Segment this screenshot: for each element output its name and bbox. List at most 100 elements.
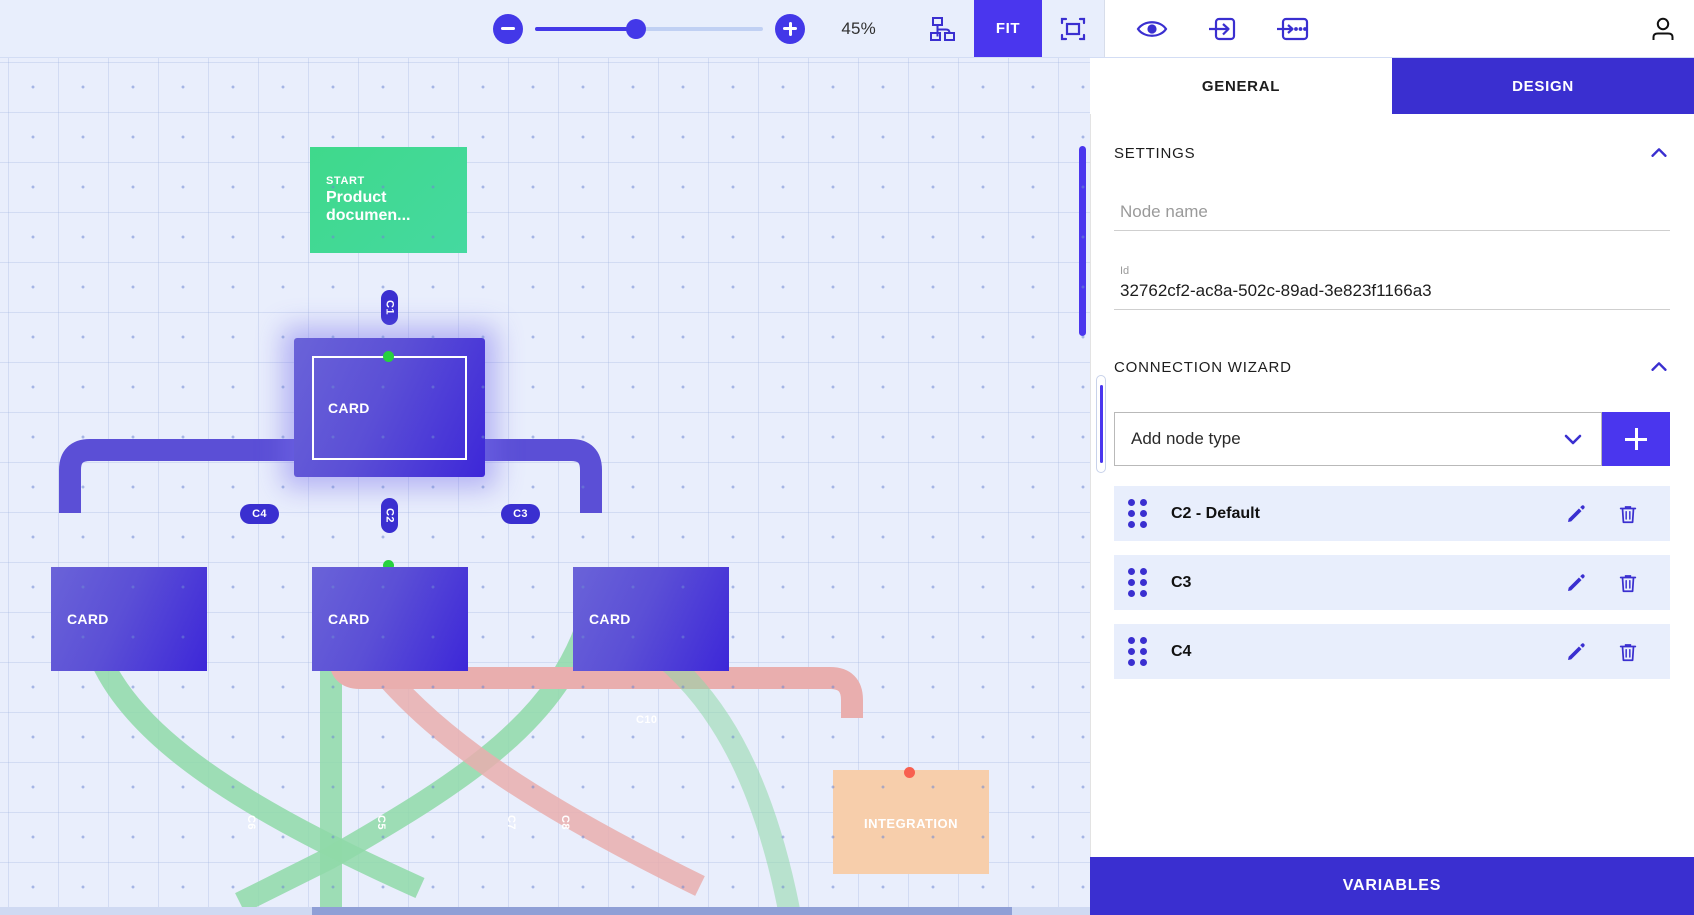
edge-label-C1[interactable]: C1 — [381, 290, 398, 325]
node-start-kicker: START — [326, 175, 365, 187]
id-field-value[interactable]: 32762cf2-ac8a-502c-89ad-3e823f1166a3 — [1114, 277, 1670, 310]
arrow-into-box-icon — [1209, 17, 1236, 40]
preview-button[interactable] — [1117, 16, 1187, 42]
settings-section-header[interactable]: SETTINGS — [1114, 114, 1670, 164]
zoom-slider-fill — [535, 26, 636, 31]
connection-wizard-section-header[interactable]: CONNECTION WIZARD — [1114, 310, 1670, 378]
drag-handle-icon[interactable] — [1128, 499, 1147, 528]
panel-splitter-handle[interactable] — [1096, 375, 1106, 473]
fullscreen-button[interactable] — [1042, 0, 1104, 57]
zoom-slider[interactable] — [535, 18, 764, 39]
properties-panel: GENERAL DESIGN SETTINGS Id 32762cf2-ac8a… — [1090, 58, 1694, 915]
edge-label-C4[interactable]: C4 — [240, 504, 279, 524]
zoom-slider-thumb[interactable] — [625, 18, 646, 39]
user-avatar-icon — [1652, 17, 1674, 40]
add-node-type-row: Add node type — [1114, 412, 1670, 466]
hierarchy-layout-icon — [930, 16, 955, 41]
zoom-out-button[interactable] — [493, 13, 524, 44]
node-card-mid-label: CARD — [328, 611, 370, 627]
canvas-vertical-scrollbar[interactable] — [1079, 146, 1086, 336]
variables-button[interactable]: VARIABLES — [1090, 857, 1694, 915]
node-name-field-wrap — [1114, 198, 1670, 231]
enter-flow-options-button[interactable] — [1257, 16, 1327, 42]
delete-connection-button[interactable] — [1602, 503, 1654, 525]
edge-label-C6[interactable]: C6 — [245, 815, 257, 830]
edge-label-C8[interactable]: C8 — [559, 815, 571, 830]
enter-flow-button[interactable] — [1187, 16, 1257, 42]
delete-connection-button[interactable] — [1602, 572, 1654, 594]
connection-name: C4 — [1171, 642, 1192, 660]
pencil-icon — [1568, 504, 1585, 522]
edit-connection-button[interactable] — [1550, 503, 1602, 525]
node-card-selected-label: CARD — [328, 400, 370, 416]
account-button[interactable] — [1632, 15, 1694, 43]
app-root: 45% FIT START Product documen... C1 CARD… — [0, 0, 1694, 915]
node-integration-label: INTEGRATION — [863, 816, 959, 831]
tab-general[interactable]: GENERAL — [1090, 58, 1392, 114]
port-top-integration[interactable] — [904, 767, 915, 778]
connection-row-c4[interactable]: C4 — [1114, 624, 1670, 679]
top-toolbar: 45% FIT — [0, 0, 1694, 58]
eye-icon — [1136, 20, 1168, 37]
edge-label-C7[interactable]: C7 — [505, 815, 517, 830]
pencil-icon — [1568, 642, 1585, 660]
connection-name: C2 - Default — [1171, 504, 1260, 522]
tab-design[interactable]: DESIGN — [1392, 58, 1694, 114]
add-node-type-value: Add node type — [1131, 429, 1241, 448]
pencil-icon — [1568, 573, 1585, 591]
plus-circle-icon-vertical — [788, 21, 792, 36]
canvas-horizontal-scroll-thumb[interactable] — [312, 907, 1012, 915]
edit-connection-button[interactable] — [1550, 572, 1602, 594]
settings-heading: SETTINGS — [1114, 144, 1196, 162]
flow-canvas[interactable]: START Product documen... C1 CARD C4 C2 C… — [0, 58, 1090, 915]
edge-label-C10[interactable]: C10 — [636, 714, 657, 726]
trash-icon — [1619, 643, 1637, 661]
connection-wizard-heading: CONNECTION WIZARD — [1114, 358, 1292, 376]
connection-name: C3 — [1171, 573, 1192, 591]
panel-content: SETTINGS Id 32762cf2-ac8a-502c-89ad-3e82… — [1090, 114, 1694, 915]
chevron-down-icon — [1564, 434, 1582, 445]
toolbar-left-group: 45% FIT — [0, 0, 1104, 57]
node-card-left[interactable]: CARD — [51, 567, 207, 671]
node-card-left-label: CARD — [67, 611, 109, 627]
edge-label-C2[interactable]: C2 — [381, 498, 398, 533]
panel-tab-bar: GENERAL DESIGN — [1090, 58, 1694, 114]
minus-circle-icon — [501, 27, 516, 30]
node-name-input[interactable] — [1114, 198, 1670, 231]
drag-handle-icon[interactable] — [1128, 637, 1147, 666]
node-card-right[interactable]: CARD — [573, 567, 729, 671]
edge-label-C5[interactable]: C5 — [375, 815, 387, 830]
edit-connection-button[interactable] — [1550, 641, 1602, 663]
zoom-in-button[interactable] — [775, 13, 806, 44]
port-top-selected[interactable] — [383, 351, 394, 362]
drag-handle-icon[interactable] — [1128, 568, 1147, 597]
add-node-type-button[interactable] — [1602, 412, 1670, 466]
zoom-control-group — [493, 13, 806, 44]
connection-row-c2[interactable]: C2 - Default — [1114, 486, 1670, 541]
arrow-into-box-dots-icon — [1277, 17, 1309, 40]
node-card-mid[interactable]: CARD — [312, 567, 468, 671]
chevron-up-icon-wizard[interactable] — [1648, 356, 1670, 378]
fit-button[interactable]: FIT — [974, 0, 1042, 57]
connection-list: C2 - Default C3 C4 — [1114, 486, 1670, 679]
trash-icon — [1619, 574, 1637, 592]
canvas-horizontal-scrollbar[interactable] — [0, 907, 1090, 915]
splitter-grip-icon — [1099, 385, 1103, 463]
trash-icon — [1619, 505, 1637, 523]
node-start-title: Product documen... — [326, 189, 411, 224]
zoom-level-label: 45% — [841, 18, 876, 38]
delete-connection-button[interactable] — [1602, 641, 1654, 663]
main-body: START Product documen... C1 CARD C4 C2 C… — [0, 58, 1694, 915]
edge-label-C3[interactable]: C3 — [501, 504, 540, 524]
auto-layout-button[interactable] — [912, 0, 974, 57]
chevron-up-icon[interactable] — [1648, 142, 1670, 164]
fullscreen-icon — [1060, 17, 1086, 40]
id-field-wrap: Id 32762cf2-ac8a-502c-89ad-3e823f1166a3 — [1114, 265, 1670, 310]
node-start[interactable]: START Product documen... — [310, 147, 467, 253]
panel-divider — [1090, 114, 1091, 915]
node-card-selected[interactable]: CARD — [312, 356, 467, 460]
toolbar-right-group — [1104, 0, 1694, 57]
add-node-type-select[interactable]: Add node type — [1114, 412, 1602, 466]
node-integration[interactable]: INTEGRATION — [833, 770, 989, 874]
connection-row-c3[interactable]: C3 — [1114, 555, 1670, 610]
